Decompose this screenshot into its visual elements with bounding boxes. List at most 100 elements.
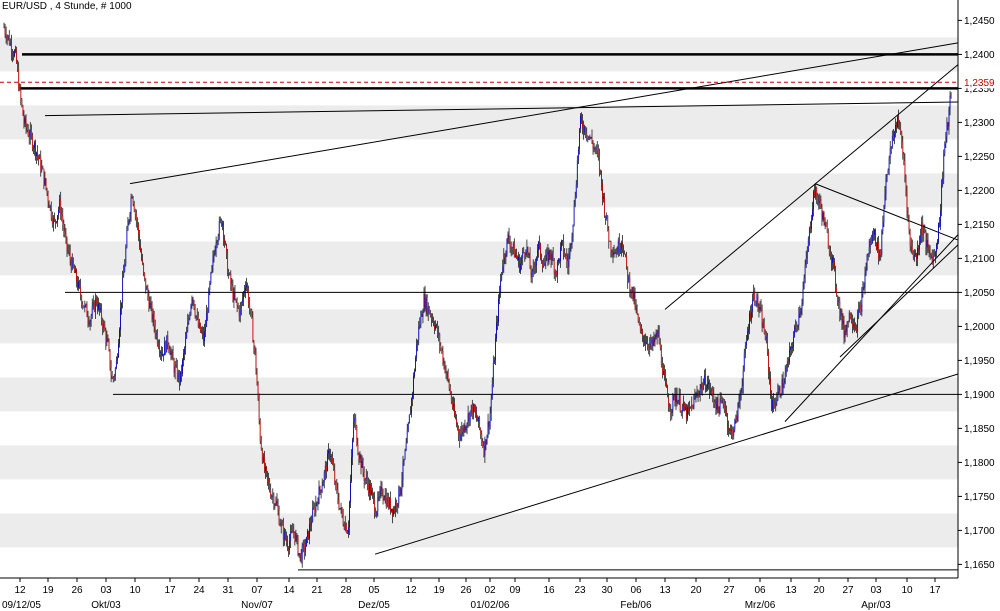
candle-body bbox=[17, 62, 19, 70]
candle-body bbox=[877, 241, 878, 250]
candle-body bbox=[333, 464, 335, 470]
candle-body bbox=[348, 527, 349, 534]
candle-body bbox=[474, 404, 475, 412]
candle-body bbox=[545, 254, 547, 264]
candle-body bbox=[352, 439, 353, 458]
candle-body bbox=[594, 147, 596, 150]
candle-body bbox=[212, 257, 214, 267]
x-tick-label: 14 bbox=[283, 585, 295, 596]
grid-band bbox=[0, 309, 958, 344]
candle-body bbox=[83, 305, 85, 308]
candle-body bbox=[33, 147, 34, 149]
candle-body bbox=[149, 302, 151, 309]
candle-body bbox=[636, 306, 638, 314]
candle-body bbox=[139, 234, 140, 247]
candle-body bbox=[542, 262, 544, 268]
candle-body bbox=[339, 507, 341, 509]
candle-body bbox=[61, 214, 63, 216]
candle-body bbox=[258, 398, 260, 421]
candle-body bbox=[402, 461, 404, 480]
candle-body bbox=[836, 286, 838, 296]
y-tick-label: 1,2100 bbox=[964, 254, 995, 265]
candle-body bbox=[204, 331, 205, 342]
candle-body bbox=[4, 27, 6, 34]
candle-body bbox=[417, 339, 419, 345]
candle-body bbox=[814, 191, 815, 197]
candle-body bbox=[382, 494, 384, 498]
candle-body bbox=[591, 137, 593, 143]
candle-body bbox=[409, 413, 411, 415]
candle-body bbox=[607, 215, 609, 231]
candle-body bbox=[690, 406, 692, 408]
candle-body bbox=[738, 401, 740, 403]
candle-body bbox=[635, 306, 637, 308]
candle-body bbox=[926, 239, 928, 248]
candle-body bbox=[630, 292, 632, 294]
candle-body bbox=[58, 209, 59, 216]
candle-body bbox=[168, 344, 170, 350]
candle-body bbox=[394, 509, 395, 512]
candle-body bbox=[66, 237, 68, 250]
candle-body bbox=[906, 190, 908, 212]
candle-body bbox=[761, 310, 763, 328]
candle-body bbox=[637, 313, 639, 322]
candle-body bbox=[86, 304, 88, 317]
candle-body bbox=[919, 242, 920, 250]
candle-body bbox=[112, 377, 114, 379]
x-axis: 12 19 26 03 10 17 24 31 07 14 21 28 05 12 19 26 02 09 16 23… bbox=[0, 577, 958, 611]
candle-body bbox=[507, 234, 509, 239]
candle-body bbox=[603, 196, 604, 199]
candle-body bbox=[900, 129, 902, 133]
candle-body bbox=[47, 193, 49, 202]
x-tick-label: 19 bbox=[42, 585, 54, 596]
candle-body bbox=[622, 242, 623, 247]
candle-body bbox=[696, 392, 698, 397]
candle-body bbox=[541, 257, 542, 263]
candle-body bbox=[108, 341, 110, 350]
candle-body bbox=[218, 220, 220, 237]
candle-body bbox=[716, 398, 718, 410]
candle-body bbox=[371, 490, 372, 495]
candle-body bbox=[454, 404, 455, 416]
candle-body bbox=[31, 135, 33, 149]
candle-body bbox=[890, 147, 892, 149]
candle-body bbox=[298, 553, 300, 555]
candle-body bbox=[666, 382, 667, 387]
candle-body bbox=[556, 261, 558, 276]
candle-body bbox=[631, 287, 633, 293]
x-tick-label: 23 bbox=[574, 585, 586, 596]
candle-body bbox=[266, 466, 267, 472]
candle-body bbox=[6, 36, 8, 39]
candle-body bbox=[151, 303, 153, 320]
candle-body bbox=[425, 297, 427, 309]
candle-body bbox=[787, 361, 789, 363]
candle-body bbox=[527, 246, 529, 255]
candle-body bbox=[590, 137, 592, 139]
candle-body bbox=[222, 222, 223, 226]
candle-body bbox=[416, 344, 418, 358]
candle-body bbox=[325, 465, 327, 472]
candle-body bbox=[107, 338, 109, 342]
candle-body bbox=[467, 413, 469, 424]
candle-body bbox=[370, 483, 371, 495]
candle-body bbox=[12, 52, 13, 55]
candle-body bbox=[504, 254, 506, 258]
y-tick-label: 1,1750 bbox=[964, 492, 995, 503]
candle-body bbox=[647, 342, 649, 347]
candle-body bbox=[443, 362, 445, 363]
candle-body bbox=[390, 498, 391, 512]
candle-body bbox=[253, 342, 255, 347]
candle-body bbox=[331, 456, 332, 458]
candle-body bbox=[685, 407, 686, 410]
current-price-label: 1,2359 bbox=[964, 78, 995, 89]
candle-body bbox=[847, 321, 849, 323]
x-tick-label: 24 bbox=[193, 585, 205, 596]
candle-body bbox=[876, 243, 877, 250]
candle-body bbox=[335, 482, 337, 483]
candle-body bbox=[411, 398, 412, 414]
candle-body bbox=[849, 312, 851, 319]
candle-body bbox=[634, 291, 636, 308]
candle-body bbox=[270, 490, 272, 498]
candle-body bbox=[950, 95, 952, 97]
candle-body bbox=[100, 307, 101, 310]
